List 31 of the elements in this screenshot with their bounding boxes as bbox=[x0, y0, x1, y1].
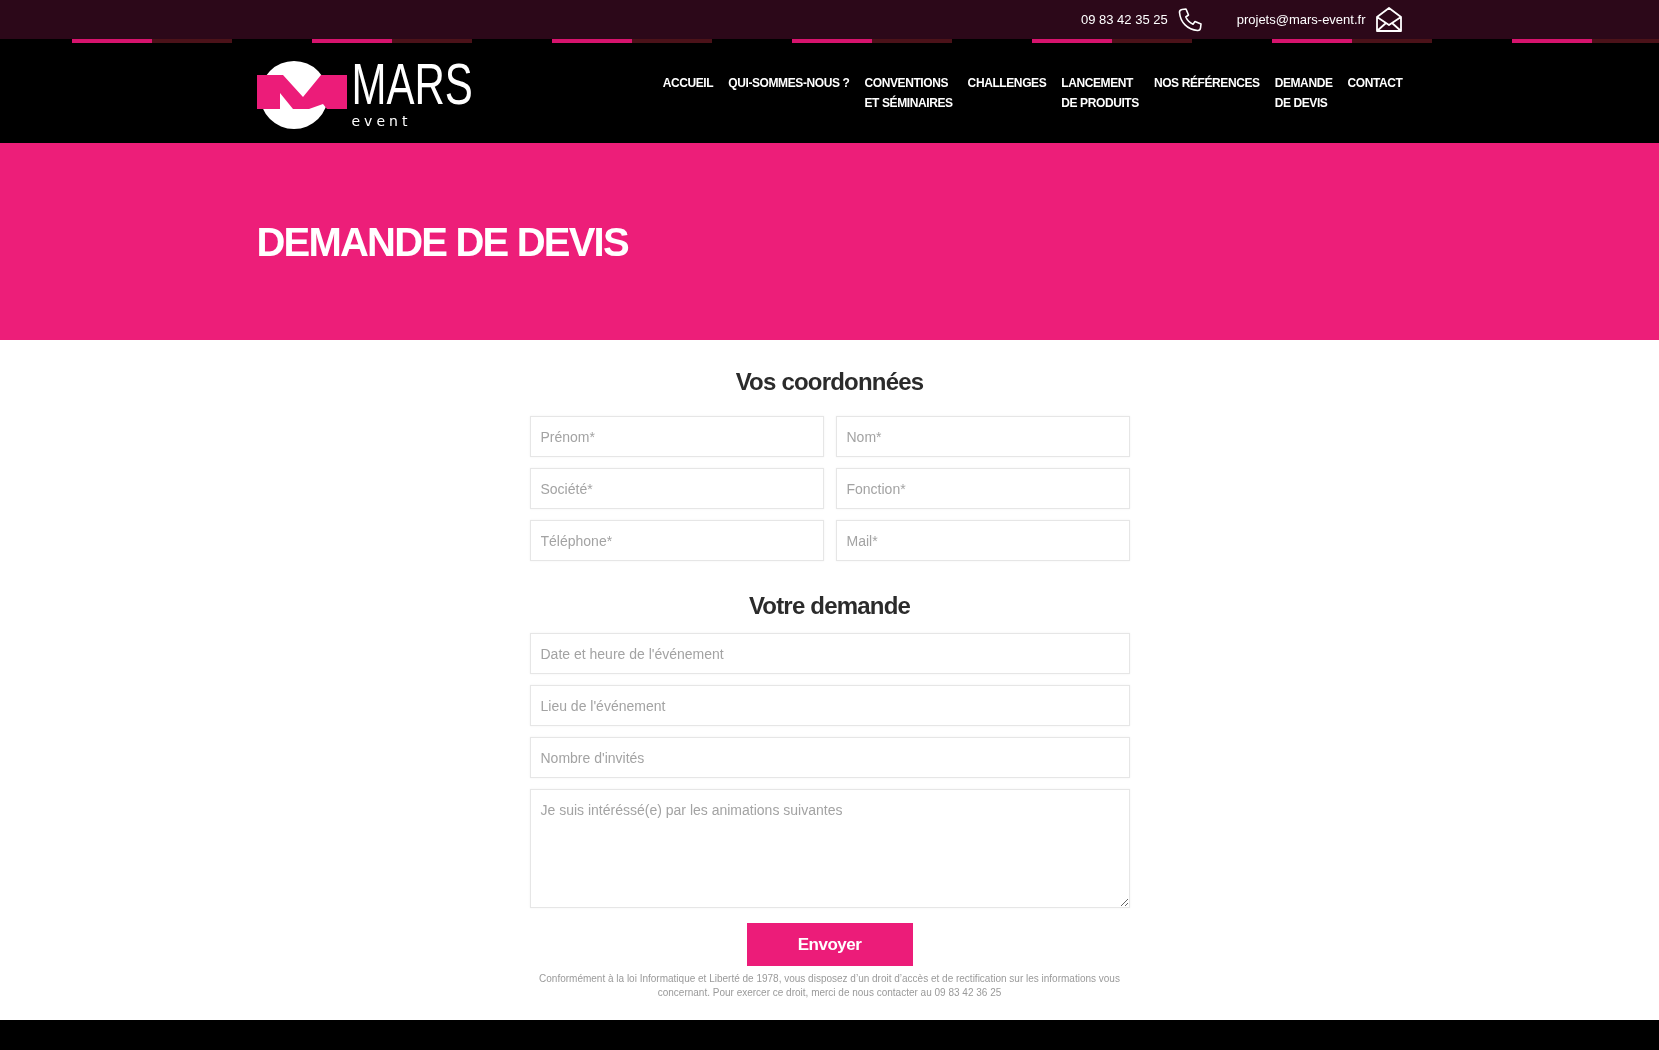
phone-link[interactable]: 09 83 42 35 25 bbox=[1080, 12, 1168, 27]
nav-link[interactable]: LANCEMENT DE PRODUITS bbox=[1061, 73, 1139, 113]
section-heading: Votre demande bbox=[748, 591, 911, 621]
logo-link[interactable]: MARS event bbox=[256, 56, 473, 130]
nav-link[interactable]: DEMANDE DE DEVIS bbox=[1274, 73, 1333, 113]
page-title: DEMANDE DE DEVIS bbox=[256, 218, 628, 266]
input-field[interactable]: Date et heure de l'événement bbox=[529, 633, 1130, 674]
legal-notice: Conformément à la loi Informatique et Liberté de 1978, vous disposez d’un droit d’accès et de rectification sur les informations vous concernant. Pour exercer ce droit, merci de nous contacter au 09 83 42 36 25 bbox=[538, 972, 1121, 1000]
input-field[interactable]: Mail* bbox=[835, 520, 1130, 561]
textarea-field[interactable]: Je suis intéréssé(e) par les animations suivantes bbox=[529, 789, 1130, 908]
section-heading: Vos coordonnées bbox=[735, 367, 924, 397]
nav-link[interactable]: CHALLENGES bbox=[967, 73, 1047, 93]
logo-wordmark: MARS bbox=[351, 55, 473, 115]
input-field[interactable]: Fonction* bbox=[835, 468, 1130, 509]
input-field[interactable]: Lieu de l'événement bbox=[529, 685, 1130, 726]
input-field[interactable]: Prénom* bbox=[529, 416, 824, 457]
logo-tagline: event bbox=[351, 113, 412, 129]
submit-button[interactable]: Envoyer bbox=[746, 923, 913, 966]
envelope-icon bbox=[1374, 6, 1403, 33]
nav-link[interactable]: CONVENTIONS ET SÉMINAIRES bbox=[864, 73, 953, 113]
input-field[interactable]: Nombre d'invités bbox=[529, 737, 1130, 778]
input-field[interactable]: Société* bbox=[529, 468, 824, 509]
input-field[interactable]: Téléphone* bbox=[529, 520, 824, 561]
nav-link[interactable]: CONTACT bbox=[1347, 73, 1403, 93]
phone-icon bbox=[1176, 6, 1203, 33]
nav-link[interactable]: NOS RÉFÉRENCES bbox=[1153, 73, 1260, 93]
input-field[interactable]: Nom* bbox=[835, 416, 1130, 457]
email-link[interactable]: projets@mars-event.fr bbox=[1236, 12, 1366, 27]
logo-mark-icon bbox=[256, 60, 347, 130]
nav-link[interactable]: QUI-SOMMES-NOUS ? bbox=[728, 73, 850, 93]
nav-link[interactable]: ACCUEIL bbox=[662, 73, 714, 93]
